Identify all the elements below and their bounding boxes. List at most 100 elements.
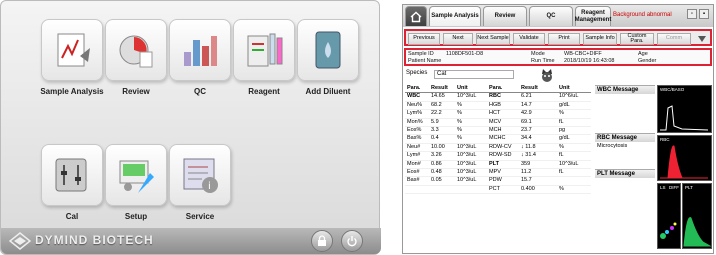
table-cell: 5.9 [431,118,439,125]
custom-para-button[interactable]: Custom Para. [620,33,654,45]
tile-add-diluent[interactable] [297,19,359,81]
table-cell: % [457,110,462,117]
tile-service[interactable]: i [169,144,231,206]
table-cell: g/dL [559,135,570,142]
table-cell: MCH [489,126,502,133]
status-indicator-2[interactable]: ▪ [699,9,709,19]
table-cell: PLT [489,160,499,167]
tile-sample-analysis[interactable] [41,19,103,81]
next-button[interactable]: Next [443,33,473,45]
table-cell: Eos# [407,168,420,175]
table-row[interactable]: Eos# 0.48 10^3/uL MPV 11.2 fL [405,168,591,178]
tab-sample-analysis[interactable]: Sample Analysis [429,6,481,26]
home-screen: Sample Analysis Review QC Reagent Add Diluen… [0,0,381,255]
home-icon [410,11,422,22]
sample-id-label: Sample ID [408,51,434,57]
lock-button[interactable] [311,230,333,252]
table-cell: PCT [489,185,500,192]
table-cell: MCV [489,118,502,125]
table-row[interactable]: Lym# 3.26 10^3/uL RDW-SD ↓ 31.4 fL [405,152,591,161]
table-cell: 10^3/uL [457,168,477,175]
plt-histogram-curve [683,217,712,247]
table-cell: 0.86 [431,160,442,167]
ls-diff-scatter-dots [660,222,677,239]
table-cell: g/dL [559,101,570,108]
service-icon: i [183,158,218,193]
table-cell: % [457,126,462,133]
wbc-message-title: WBC Message [595,86,655,94]
previous-button[interactable]: Previous [408,33,440,45]
tile-review[interactable] [105,19,167,81]
table-row[interactable]: Bas# 0.05 10^3/uL PDW 15.7 [405,177,591,186]
wbc-baso-plot-label: WBC/BASO [660,87,685,92]
table-cell: HGB [489,101,501,108]
plt-message-box: PLT Message [595,169,655,215]
status-indicator-1[interactable]: ▫ [687,9,697,19]
run-time-value: 2018/10/19 16:43:08 [564,58,615,64]
rbc-message-text: Microcytosis [597,143,628,149]
sample-id-value: 1108DF501-D8 [446,51,484,57]
tab-review[interactable]: Review [483,6,527,26]
rbc-histogram: RBC [657,135,712,181]
table-row[interactable]: Eos% 3.3% MCH 23.7 pg [405,126,591,136]
table-cell: 11.2 [521,168,532,175]
dropdown-button[interactable] [694,33,710,45]
tab-reagent-management[interactable]: Reagent Management [575,6,611,26]
table-cell: Lym% [407,110,423,117]
table-cell: % [559,143,564,150]
table-row[interactable]: Neu# 10.00 10^3/uL RDW-CV ↓ 11.8% [405,143,591,153]
table-cell: 14.65 [431,93,445,100]
svg-text:i: i [208,181,211,192]
table-cell: 0.4 [431,135,439,142]
table-cell: fL [559,118,564,125]
rbc-plot-label: RBC [660,137,670,142]
table-row[interactable]: Lym% 22.2% HCT 42.9% [405,110,591,119]
tile-label-add-diluent: Add Diluent [305,87,351,96]
table-cell: HCT [489,110,501,117]
species-field[interactable]: Cat [434,70,514,79]
print-button[interactable]: Print [548,33,580,45]
tab-qc[interactable]: QC [529,6,573,26]
table-row[interactable]: WBC 14.65 10^3/uL RBC 6.21 10^6/uL [405,93,591,102]
table-row[interactable]: PCT 0.400% [405,185,591,195]
table-cell: 0.48 [431,168,442,175]
power-button[interactable] [341,230,363,252]
brand-logo-icon [9,232,31,250]
footer-bar: DYMIND BIOTECH [1,228,381,254]
tile-setup[interactable] [105,144,167,206]
ls-plot-label: LS [660,185,666,190]
rbc-message-title: RBC Message [595,134,655,142]
comm-button[interactable]: Comm [657,33,691,45]
tile-cal[interactable] [41,144,103,206]
table-cell: 34.4 [521,135,532,142]
table-row[interactable]: Mon% 5.9% MCV 69.1 fL [405,119,591,127]
gender-label: Gender [638,58,657,64]
sample-info-button[interactable]: Sample Info [583,33,617,45]
table-row[interactable]: Neu% 68.2% HGB 14.7 g/dL [405,101,591,111]
tile-reagent[interactable] [233,19,295,81]
review-icon [119,35,153,68]
table-cell: fL [559,152,564,159]
sample-info-panel: Sample ID 1108DF501-D8 Mode WB-CBC+DIFF … [404,48,712,66]
wbc-baso-histogram: WBC/BASO [657,85,712,133]
tile-qc[interactable] [169,19,231,81]
plt-histogram: PLT [682,183,712,249]
diff-plot-label: DIFF [669,185,679,190]
table-cell: Lym# [407,152,421,159]
table-cell: 23.7 [521,126,532,133]
mode-value: WB-CBC+DIFF [564,51,602,57]
table-cell: 10^3/uL [457,160,477,167]
table-cell: 10^6/uL [559,93,579,100]
table-cell: Eos% [407,126,422,133]
species-row: Species Cat [404,68,554,84]
validate-button[interactable]: Validate [513,33,545,45]
table-row[interactable]: Mon# 0.86 10^3/uL PLT 359 10^3/uL [405,161,591,169]
table-cell: 22.2 [431,110,442,117]
brand-name: DYMIND BIOTECH [35,233,154,247]
table-row[interactable]: Bas% 0.4% MCHC 34.4 g/dL [405,135,591,144]
home-button[interactable] [405,6,427,26]
table-cell: 68.2 [431,101,442,108]
column-header: Result [431,85,448,91]
alarm-message[interactable]: Background abnormal [613,12,672,18]
next-sample-button[interactable]: Next Sample [476,33,510,45]
